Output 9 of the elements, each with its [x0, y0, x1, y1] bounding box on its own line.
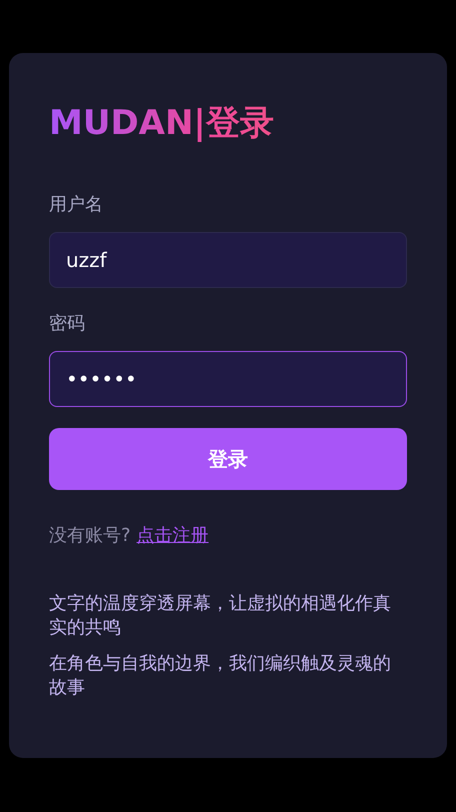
input-field[interactable]: uzzf: [49, 232, 407, 288]
field-label: 密码: [49, 312, 85, 336]
login-button[interactable]: 登录: [49, 428, 407, 490]
field-label: 用户名: [49, 193, 103, 217]
input-field[interactable]: ••••••: [49, 351, 407, 407]
tagline-text: 文字的温度穿透屏幕，让虚拟的相遇化作真实的共鸣: [49, 592, 392, 640]
tagline-text: 在角色与自我的边界，我们编织触及灵魂的故事: [49, 652, 392, 700]
signup-link[interactable]: 点击注册: [136, 524, 209, 548]
signup-prompt: 没有账号?: [49, 524, 131, 548]
